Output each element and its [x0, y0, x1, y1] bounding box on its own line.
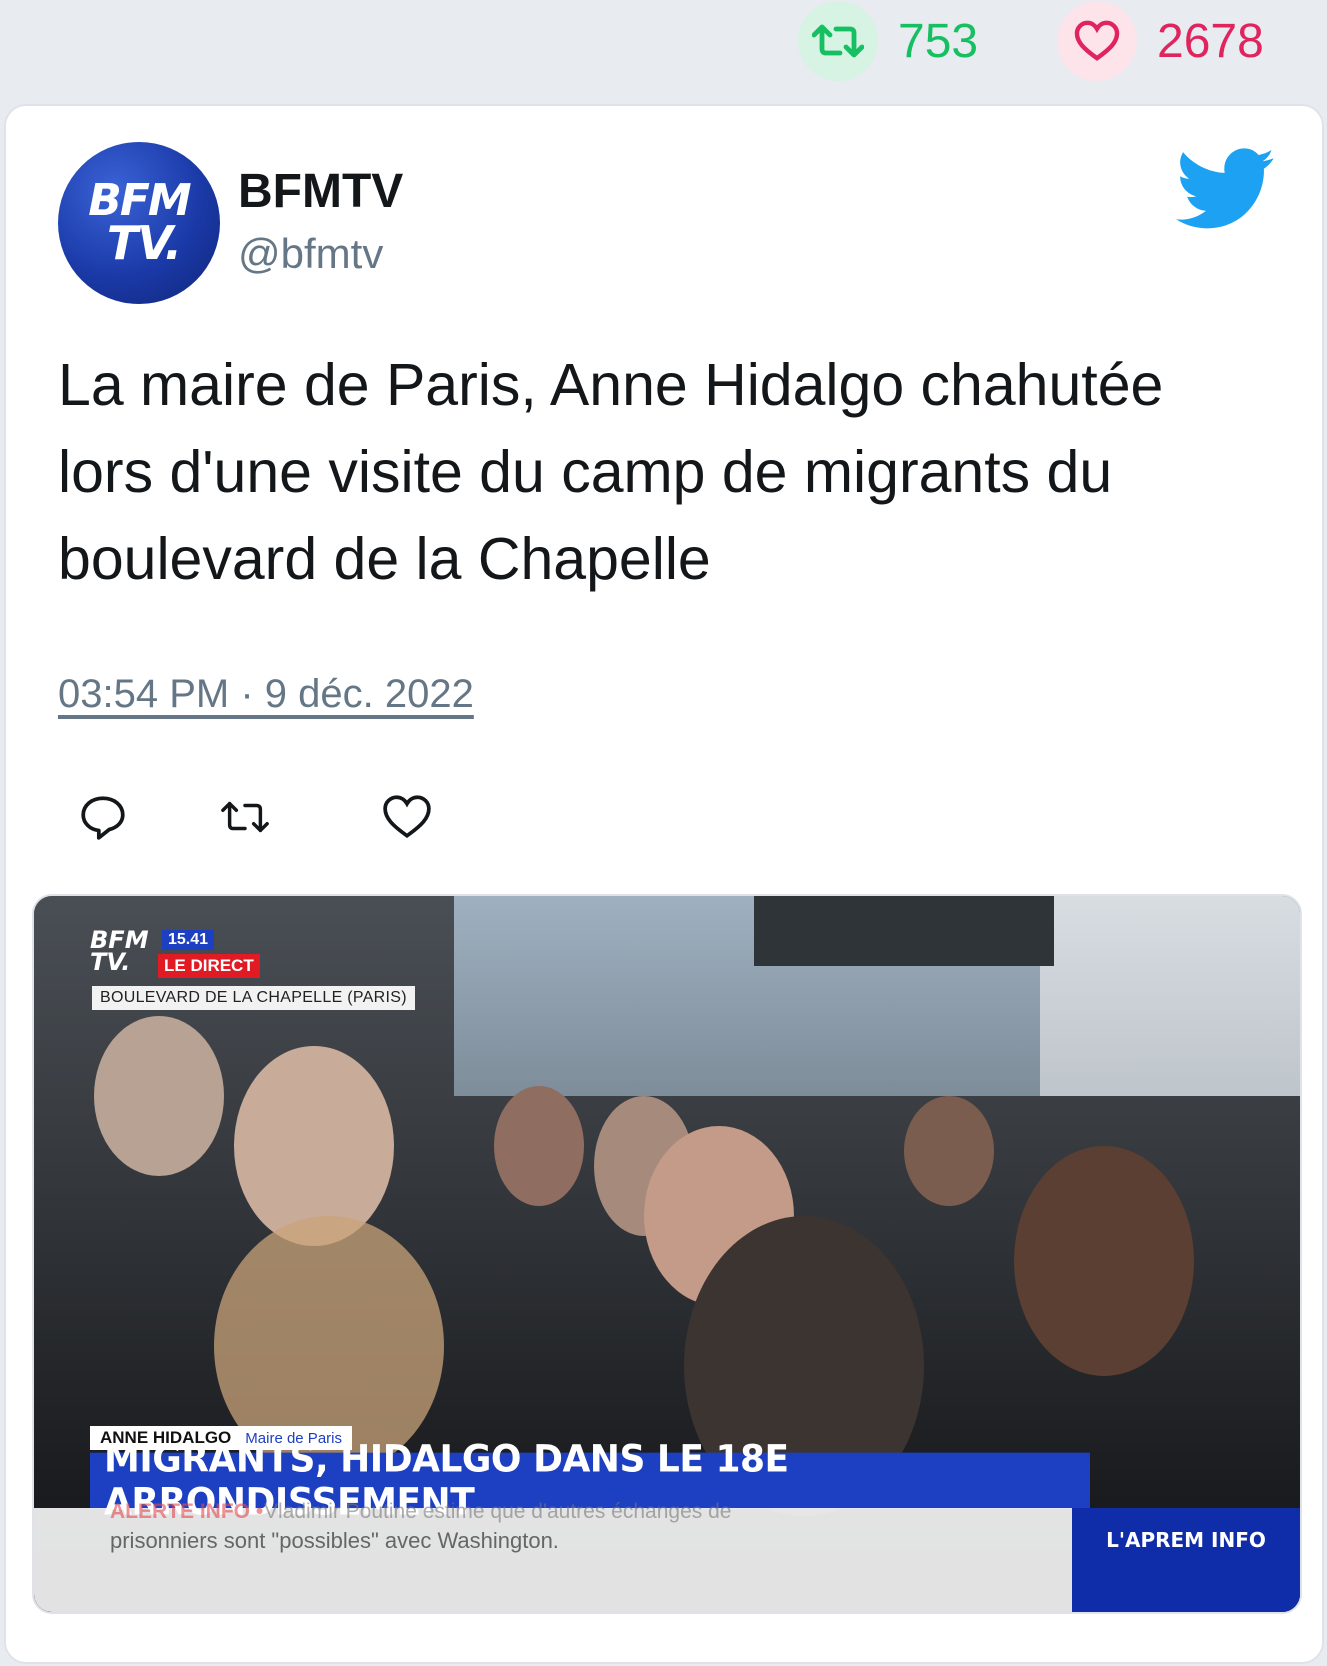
broadcast-time: 15.41: [162, 930, 215, 950]
heart-icon[interactable]: [382, 792, 432, 842]
live-badge: LE DIRECT: [158, 954, 260, 978]
ticker-line-2: prisonniers sont "possibles" avec Washin…: [110, 1528, 559, 1553]
heart-icon: [1057, 1, 1137, 81]
bfm-logo-line2: TV.: [90, 947, 131, 976]
program-name: L'APREM INFO: [1072, 1508, 1300, 1612]
ticker-line-1: Vladimir Poutine estime que d'autres éch…: [264, 1500, 732, 1523]
tweet-timestamp-link[interactable]: 03:54 PM · 9 déc. 2022: [58, 672, 474, 717]
tweet-media-video[interactable]: BFM TV. 15.41 LE DIRECT BOULEVARD DE LA …: [32, 894, 1302, 1614]
retweet-count: 753: [898, 14, 979, 68]
avatar[interactable]: BFM TV.: [58, 142, 220, 304]
account-handle[interactable]: @bfmtv: [238, 230, 383, 278]
retweet-count-stat[interactable]: 753: [798, 1, 979, 81]
twitter-bird-icon[interactable]: [1176, 148, 1276, 232]
tweet-text: La maire de Paris, Anne Hidalgo chahutée…: [58, 352, 1164, 592]
engagement-stats: 753 2678: [0, 0, 1327, 100]
reply-icon[interactable]: [78, 792, 128, 842]
retweet-icon: [798, 1, 878, 81]
like-count-stat[interactable]: 2678: [1057, 1, 1264, 81]
news-ticker: ALERTE INFO • Vladimir Poutine estime qu…: [34, 1500, 1074, 1612]
avatar-text-line2: TV.: [106, 216, 182, 271]
like-count: 2678: [1157, 14, 1264, 68]
location-caption: BOULEVARD DE LA CHAPELLE (PARIS): [92, 986, 415, 1010]
bfmtv-logo: BFM TV.: [90, 928, 149, 976]
ticker-alert: ALERTE INFO •: [110, 1500, 264, 1523]
account-name[interactable]: BFMTV: [238, 164, 403, 219]
tweet-card: BFM TV. BFMTV @bfmtv La maire de Paris, …: [4, 104, 1324, 1664]
retweet-icon[interactable]: [220, 792, 270, 842]
